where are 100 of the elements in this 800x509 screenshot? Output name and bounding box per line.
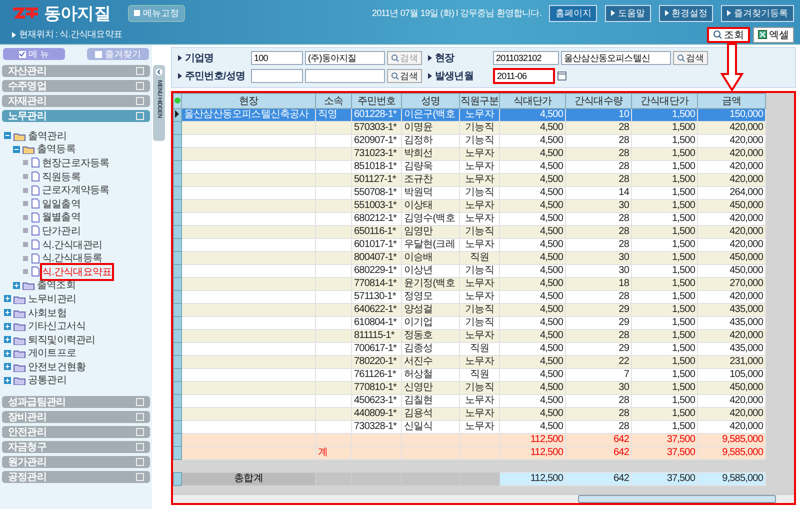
column-header[interactable]: 간식대수량 [566,94,632,108]
open-folder-icon [22,144,35,154]
open-folder-icon [13,130,26,141]
expand-icon[interactable] [4,336,11,344]
folder-icon [13,348,26,358]
column-header[interactable]: 소속 [316,94,352,108]
field-label: 주민번호/성명 [185,70,246,83]
menu-item[interactable]: 식.간식대관리 [42,238,102,252]
breadcrumb: 현재위치 : 식.간식대요약표 [19,28,122,41]
horizontal-scrollbar[interactable] [173,494,794,503]
document-icon [31,225,40,236]
menu-item[interactable]: 퇴직및이력관리 [28,332,96,347]
column-header[interactable]: 식대단가 [500,94,566,108]
folder-icon [13,308,26,318]
menu-item[interactable]: 기타신고서식 [28,319,86,334]
search-icon [713,30,722,39]
menu-item[interactable]: 사회보험 [28,306,66,320]
expand-icon[interactable] [4,363,11,370]
document-icon [31,184,40,196]
search-button[interactable]: 검색 [673,51,708,65]
menu-item[interactable]: 출역관리 [28,128,66,143]
column-header[interactable]: 성명 [402,94,460,108]
menu-item[interactable]: 게이트프로 [28,346,76,360]
expand-icon[interactable] [4,376,11,384]
search-icon [391,72,399,80]
collapse-arrow-icon [155,68,163,76]
column-header[interactable]: 금액 [698,94,766,108]
name-field[interactable]: 울산삼산동오피스텔신 [561,51,671,65]
excel-button[interactable]: 엑셀 [753,26,794,42]
column-header[interactable]: 간식대단가 [632,94,698,108]
bullet-arrow-icon [178,73,182,79]
menu-item[interactable]: 식.간식대등록 [42,251,102,266]
table-cell: 642 [566,472,632,486]
table-cell: 642 [566,446,632,460]
bullet-arrow-icon [428,55,432,61]
name-field[interactable] [305,69,385,83]
search-button[interactable]: 검색 [387,69,422,83]
square-icon [134,10,140,16]
table-cell: 37,500 [632,472,698,486]
menu-item[interactable]: 식.간식대요약표 [42,264,112,279]
total-label: 총합계 [182,472,316,486]
bullet-arrow-icon [428,73,432,79]
field-label: 발생년월 [435,70,474,83]
code-field[interactable]: 2011032102 [493,51,559,65]
expand-icon[interactable] [4,322,11,330]
document-icon [31,239,40,250]
search-icon [677,54,685,62]
collapse-icon[interactable] [13,146,20,153]
nav-button[interactable]: 도움말 [605,4,651,22]
status-dot-icon [174,96,181,104]
menu-item[interactable]: 단가관리 [42,224,80,238]
logo-text: 동아지질 [44,2,110,24]
bullet-arrow-icon [664,10,669,16]
column-header[interactable]: 현장 [182,94,316,108]
folder-icon [13,375,26,386]
column-header[interactable]: 주민번호 [352,94,402,108]
collapse-icon[interactable] [4,132,11,140]
bullet-icon [22,186,29,194]
field-label: 기업명 [185,52,215,65]
expand-icon[interactable] [4,350,11,357]
menu-item[interactable]: 월별출역 [42,210,80,224]
bullet-icon [22,254,29,262]
current-row-icon [174,110,180,118]
bullet-arrow-icon [611,10,616,16]
column-header[interactable]: 직원구분 [460,94,500,108]
date-field[interactable]: 2011-06 [493,68,555,84]
document-icon [31,266,40,278]
calendar-icon [557,71,567,81]
table-cell: 112,500 [500,472,566,486]
search-button[interactable]: 조회 [707,26,750,42]
bullet-icon [22,200,29,208]
folder-icon [13,294,26,304]
folder-icon [13,334,26,345]
checkmark-icon [19,51,26,57]
logo-icon [12,6,40,20]
bullet-arrow-icon [727,10,732,16]
bullet-icon [22,241,29,248]
menu-item[interactable]: 공통관리 [28,373,66,388]
bullet-icon [22,227,29,234]
menu-item[interactable]: 현장근로자등록 [42,156,110,170]
table-cell: 9,585,000 [698,472,766,486]
menu-item[interactable]: 일일출역 [42,196,80,211]
home-button[interactable]: 홈페이지 [549,4,598,22]
document-icon [31,157,40,168]
menu-item[interactable]: 근로자계약등록 [42,183,110,198]
code-field[interactable] [251,69,303,83]
table-cell: 112,500 [500,446,566,460]
menu-item[interactable]: 노무비관리 [28,292,76,306]
expand-icon[interactable] [13,282,20,289]
folder-icon [13,362,26,372]
menu-item[interactable]: 출역등록 [37,142,76,156]
bullet-arrow-icon [178,55,182,61]
nav-button[interactable]: 즐겨찾기등록 [721,4,794,22]
menu-item[interactable]: 직원등록 [42,170,80,184]
menu-item[interactable]: 안전보건현황 [28,360,86,374]
nav-button[interactable]: 환경설정 [658,4,714,22]
menu-item[interactable]: 출역조회 [37,278,76,292]
folder-icon [13,321,26,332]
expand-icon[interactable] [4,295,11,302]
expand-icon[interactable] [4,309,11,316]
